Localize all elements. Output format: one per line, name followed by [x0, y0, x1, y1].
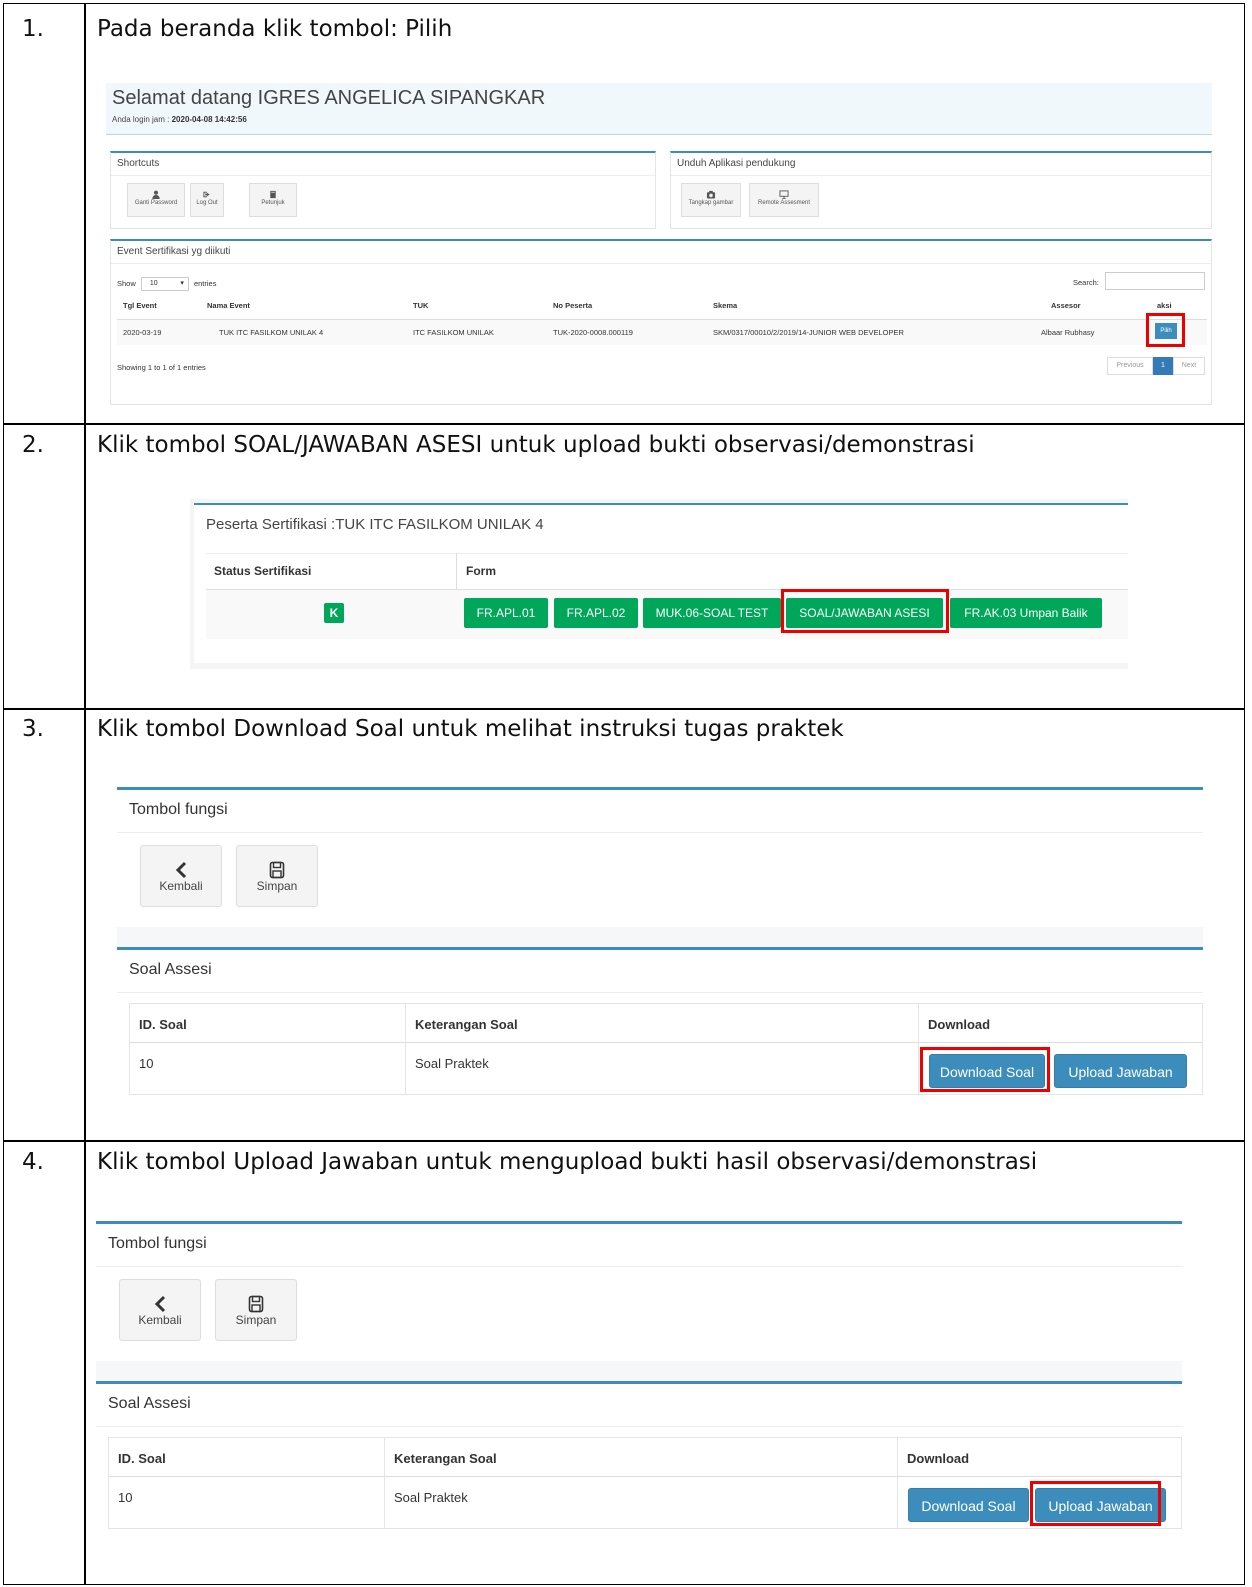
upload-screenshot: Tombol fungsi Kembali Simpan Soal Assesi…: [96, 1221, 1182, 1535]
fr-apl-02-button[interactable]: FR.APL.02: [554, 598, 638, 628]
page-size-control: Show 10 ▾ entries: [117, 277, 216, 291]
table-cell: TUK-2020-0008.000119: [553, 328, 633, 337]
monitor-icon: [779, 190, 789, 199]
table-cell: SKM/0317/00010/2/2019/14-JUNIOR WEB DEVE…: [713, 328, 904, 337]
box-title: Tombol fungsi: [129, 801, 228, 818]
step-instruction: Klik tombol Upload Jawaban untuk mengupl…: [97, 1149, 1038, 1175]
table-header: Tgl Event Nama Event TUK No Peserta Skem…: [123, 301, 1172, 310]
step-number: 3.: [22, 716, 44, 742]
search-input[interactable]: [1105, 272, 1205, 290]
book-icon: [270, 190, 276, 199]
column-header: Download: [928, 1017, 991, 1032]
highlight-box: [1146, 313, 1185, 347]
remote-assessment-button[interactable]: Remote Assesment: [749, 183, 819, 217]
table-cell: TUK ITC FASILKOM UNILAK 4: [219, 328, 324, 337]
upload-jawaban-button[interactable]: Upload Jawaban: [1054, 1054, 1187, 1088]
status-badge: K: [324, 603, 344, 623]
step-number: 1.: [22, 16, 44, 42]
box-title: Soal Assesi: [108, 1395, 191, 1412]
soal-box: Soal Assesi ID. Soal Keterangan Soal Dow…: [117, 947, 1203, 1101]
welcome-title: Selamat datang IGRES ANGELICA SIPANGKAR: [112, 87, 546, 109]
participant-panel: Peserta Sertifikasi :TUK ITC FASILKOM UN…: [194, 503, 1128, 663]
highlight-box: [1030, 1481, 1161, 1526]
column-header: ID. Soal: [118, 1451, 166, 1466]
save-button[interactable]: Simpan: [215, 1279, 297, 1341]
column-header: ID. Soal: [139, 1017, 187, 1032]
fr-ak-03-feedback-button[interactable]: FR.AK.03 Umpan Balik: [950, 598, 1102, 628]
search-label: Search:: [1073, 278, 1099, 287]
table-cell: 2020-03-19: [123, 328, 162, 337]
save-icon: [248, 1295, 264, 1313]
box-title: Soal Assesi: [129, 961, 212, 978]
column-header: Form: [466, 564, 496, 578]
chevron-left-icon: [175, 861, 187, 879]
muk-06-soal-test-button[interactable]: MUK.06-SOAL TEST: [643, 598, 781, 628]
step-instruction: Klik tombol SOAL/JAWABAN ASESI untuk upl…: [97, 432, 975, 458]
back-button[interactable]: Kembali: [140, 845, 222, 907]
participant-screenshot: Peserta Sertifikasi :TUK ITC FASILKOM UN…: [190, 499, 1128, 669]
camera-icon: [706, 190, 716, 199]
table-cell: Soal Praktek: [394, 1490, 468, 1505]
table-row: 2020-03-19 TUK ITC FASILKOM UNILAK 4 ITC…: [117, 319, 1207, 345]
step-number: 2.: [22, 432, 44, 458]
column-divider: [84, 4, 86, 1584]
table-info: Showing 1 to 1 of 1 entries: [117, 363, 206, 372]
previous-page-button[interactable]: Previous: [1107, 357, 1153, 375]
logout-icon: [203, 191, 210, 198]
table-cell: 10: [139, 1056, 154, 1071]
dashboard-screenshot: Selamat datang IGRES ANGELICA SIPANGKAR …: [106, 83, 1212, 405]
step-instruction: Pada beranda klik tombol: Pilih: [97, 16, 453, 42]
box-title: Event Sertifikasi yg diikuti: [117, 246, 231, 257]
download-soal-button[interactable]: Download Soal: [908, 1488, 1029, 1522]
panel-title: Peserta Sertifikasi :TUK ITC FASILKOM UN…: [206, 516, 544, 533]
shortcuts-box: Shortcuts Ganti Password Log Out Petunju…: [110, 151, 656, 229]
logout-button[interactable]: Log Out: [190, 183, 224, 217]
table-cell: Albaar Rubhasy: [1041, 328, 1095, 337]
table-cell: ITC FASILKOM UNILAK: [413, 328, 494, 337]
back-button[interactable]: Kembali: [119, 1279, 201, 1341]
events-box: Event Sertifikasi yg diikuti Show 10 ▾ en…: [110, 239, 1212, 405]
page-size-select[interactable]: 10 ▾: [140, 277, 189, 291]
step-instruction: Klik tombol Download Soal untuk melihat …: [97, 716, 844, 742]
guide-button[interactable]: Petunjuk: [249, 183, 297, 217]
box-title: Unduh Aplikasi pendukung: [677, 158, 796, 169]
apps-box: Unduh Aplikasi pendukung Tangkap gambar …: [670, 151, 1212, 229]
column-header: Keterangan Soal: [394, 1451, 497, 1466]
row-divider: [4, 423, 1244, 425]
table-cell: 10: [118, 1490, 133, 1505]
box-title: Shortcuts: [117, 158, 160, 169]
change-password-button[interactable]: Ganti Password: [127, 183, 185, 217]
login-time: Anda login jam : 2020-04-08 14:42:56: [112, 115, 247, 124]
function-buttons-box: Tombol fungsi Kembali Simpan: [96, 1221, 1182, 1361]
column-header: Status Sertifikasi: [214, 564, 312, 578]
column-header: Keterangan Soal: [415, 1017, 518, 1032]
step-number: 4.: [22, 1149, 44, 1175]
fr-apl-01-button[interactable]: FR.APL.01: [464, 598, 548, 628]
column-header: Download: [907, 1451, 970, 1466]
next-page-button[interactable]: Next: [1173, 357, 1205, 375]
row-divider: [4, 708, 1244, 710]
box-title: Tombol fungsi: [108, 1235, 207, 1252]
capture-image-button[interactable]: Tangkap gambar: [681, 183, 741, 217]
chevron-left-icon: [154, 1295, 166, 1313]
soal-box: Soal Assesi ID. Soal Keterangan Soal Dow…: [96, 1381, 1182, 1535]
function-buttons-box: Tombol fungsi Kembali Simpan: [117, 787, 1203, 927]
assessment-screenshot: Tombol fungsi Kembali Simpan Soal Assesi…: [117, 787, 1203, 1101]
welcome-banner: Selamat datang IGRES ANGELICA SIPANGKAR …: [106, 83, 1212, 135]
page-1-button[interactable]: 1: [1153, 357, 1173, 375]
user-icon: [152, 190, 160, 199]
row-divider: [4, 1140, 1244, 1142]
save-button[interactable]: Simpan: [236, 845, 318, 907]
table-cell: Soal Praktek: [415, 1056, 489, 1071]
highlight-box: [781, 589, 949, 633]
save-icon: [269, 861, 285, 879]
highlight-box: [920, 1047, 1050, 1092]
